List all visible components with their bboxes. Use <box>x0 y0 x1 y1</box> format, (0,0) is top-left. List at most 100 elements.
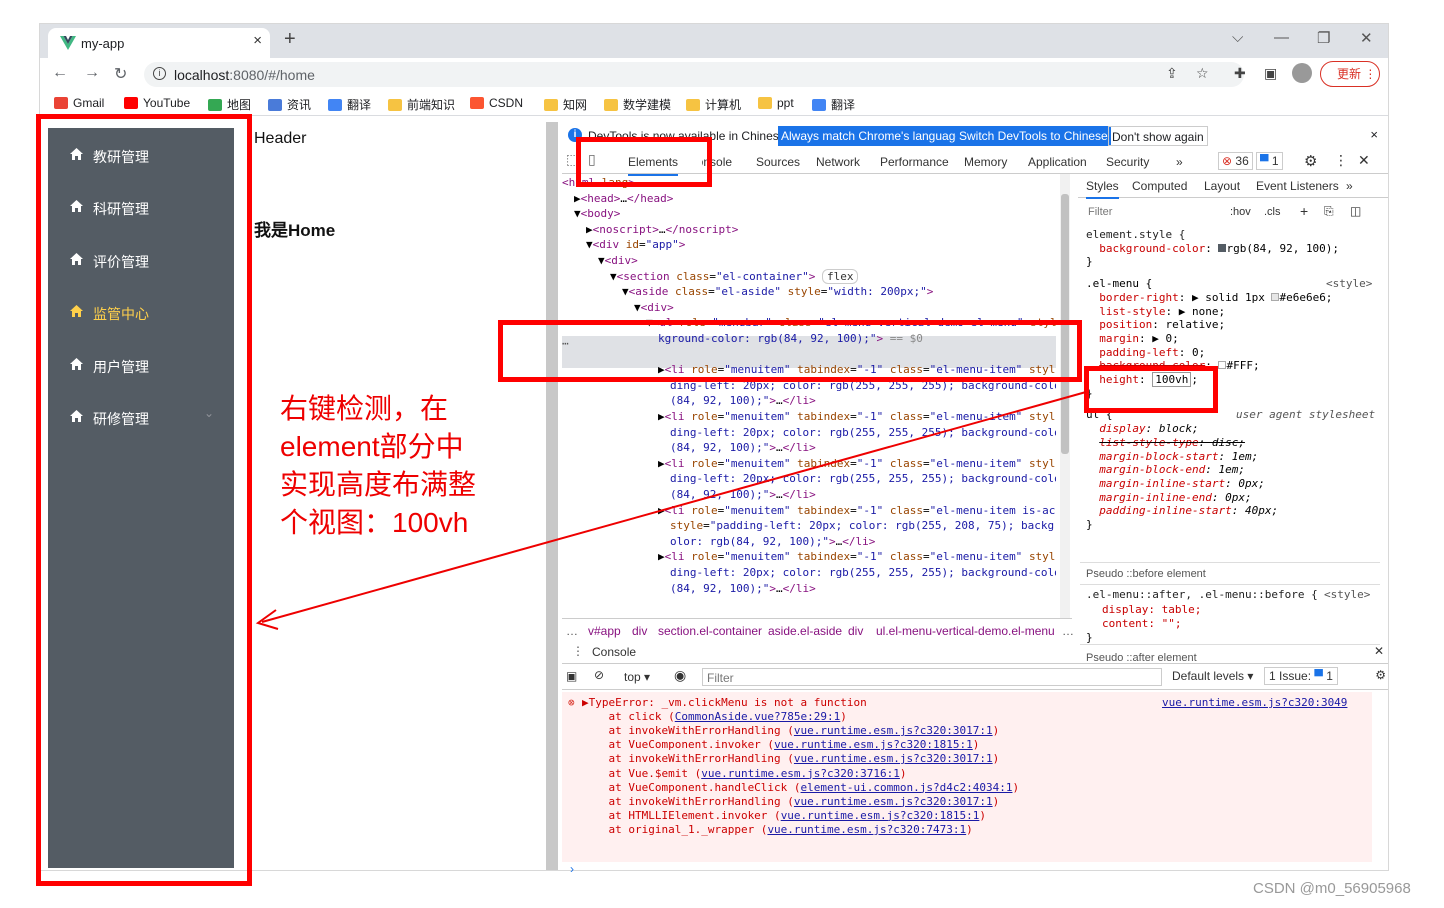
minimize-icon[interactable]: — <box>1274 29 1289 46</box>
tab-performance[interactable]: Performance <box>880 155 949 169</box>
extensions-icon[interactable]: ✚ <box>1234 65 1246 82</box>
dom-line[interactable]: ▶<li role="menuitem" tabindex="-1" class… <box>658 549 1056 565</box>
breadcrumb-item[interactable]: div <box>632 624 647 638</box>
close-devtools-icon[interactable]: ✕ <box>1358 152 1370 169</box>
styles-filter-input[interactable]: Filter <box>1088 206 1112 218</box>
style-line[interactable]: border-right: ▶ solid 1px #e6e6e6; <box>1086 291 1376 304</box>
style-line[interactable]: } <box>1086 518 1376 531</box>
style-line[interactable]: display: block; <box>1086 422 1376 435</box>
tab-styles[interactable]: Styles <box>1086 179 1119 199</box>
tab-network[interactable]: Network <box>816 155 860 169</box>
more-options-icon[interactable]: ⋮ <box>1334 152 1348 169</box>
dom-line[interactable]: ▼<div> <box>634 300 674 316</box>
dom-line[interactable]: ▶<li role="menuitem" tabindex="-1" class… <box>658 409 1056 425</box>
restore-icon[interactable]: ❐ <box>1317 29 1330 47</box>
error-counter[interactable]: ⊗ 36 <box>1218 152 1253 170</box>
settings-gear-icon[interactable]: ⚙ <box>1304 152 1317 170</box>
tab-event-listeners[interactable]: Event Listeners <box>1256 179 1339 193</box>
color-format-icon[interactable]: ⎘ <box>1324 204 1334 219</box>
breadcrumb-item[interactable]: … <box>566 624 578 638</box>
style-line[interactable]: list-style: ▶ none; <box>1086 305 1376 318</box>
breadcrumb-item[interactable]: div <box>848 624 863 638</box>
bookmark-youtube[interactable]: YouTube <box>124 96 190 110</box>
eye-icon[interactable]: ◉ <box>674 667 686 684</box>
dom-line[interactable]: ▶<head>…</head> <box>574 191 673 207</box>
back-icon[interactable]: ← <box>52 64 68 82</box>
close-drawer-icon[interactable]: ✕ <box>1374 644 1384 658</box>
close-tab-icon[interactable]: × <box>253 32 262 49</box>
dom-line[interactable]: ▶<noscript>…</noscript> <box>586 222 738 238</box>
tab-layout[interactable]: Layout <box>1204 179 1240 193</box>
reload-icon[interactable]: ↻ <box>114 64 127 84</box>
close-window-icon[interactable]: ✕ <box>1360 29 1373 47</box>
clear-console-icon[interactable]: ⊘ <box>594 668 604 682</box>
console-drawer-tab[interactable]: Console <box>592 645 636 659</box>
update-button[interactable]: 更新 ⋮ <box>1320 61 1380 87</box>
new-rule-icon[interactable]: + <box>1300 203 1308 219</box>
bookmark-news[interactable]: 资讯 <box>268 96 311 113</box>
share-icon[interactable]: ⇪ <box>1166 65 1178 82</box>
console-filter-input[interactable]: Filter <box>702 668 1162 686</box>
bookmark-cnki[interactable]: 知网 <box>544 96 587 113</box>
toggle-sidebar-icon[interactable]: ◫ <box>1350 204 1361 218</box>
console-issues-button[interactable]: 1 Issue: ▀ 1 <box>1264 667 1338 685</box>
style-line[interactable]: margin-block-end: 1em; <box>1086 463 1376 476</box>
cls-toggle[interactable]: .cls <box>1264 206 1281 218</box>
log-levels-dropdown[interactable]: Default levels ▾ <box>1172 669 1253 683</box>
dom-line[interactable]: olor: rgb(84, 92, 100);">…</li> <box>670 534 875 550</box>
breadcrumb-item[interactable]: ul.el-menu-vertical-demo.el-menu <box>876 624 1055 638</box>
style-line[interactable]: margin: ▶ 0; <box>1086 332 1376 345</box>
tab-application[interactable]: Application <box>1028 155 1087 169</box>
style-line[interactable]: } <box>1086 255 1376 268</box>
sidebar-toggle-icon[interactable]: ▣ <box>566 669 577 683</box>
dom-line[interactable]: ding-left: 20px; color: rgb(255, 255, 25… <box>670 565 1056 581</box>
bookmark-star-icon[interactable]: ☆ <box>1196 65 1209 82</box>
breadcrumb-item[interactable]: v#app <box>588 624 621 638</box>
style-line[interactable]: background-color: rgb(84, 92, 100); <box>1086 242 1376 255</box>
bookmark-ppt[interactable]: ppt <box>758 96 794 110</box>
dont-show-again-button[interactable]: Don't show again <box>1108 126 1208 146</box>
tab-security[interactable]: Security <box>1106 155 1149 169</box>
site-info-icon[interactable]: i <box>153 67 166 80</box>
breadcrumb-item[interactable]: aside.el-aside <box>768 624 842 638</box>
close-banner-icon[interactable]: × <box>1370 127 1378 142</box>
bookmark-frontend[interactable]: 前端知识 <box>388 96 455 113</box>
style-line[interactable]: .el-menu {<style> <box>1086 277 1376 290</box>
dom-line[interactable]: (84, 92, 100);">…</li> <box>670 581 816 597</box>
hov-toggle[interactable]: :hov <box>1230 206 1251 218</box>
bookmark-math-modeling[interactable]: 数学建模 <box>604 96 671 113</box>
switch-to-chinese-button[interactable]: Switch DevTools to Chinese <box>956 126 1111 146</box>
dom-scrollbar[interactable] <box>1060 174 1070 618</box>
breadcrumb-item[interactable]: … <box>1062 624 1074 638</box>
drawer-menu-icon[interactable]: ⋮ <box>572 644 584 658</box>
new-tab-button[interactable]: + <box>284 28 296 51</box>
dom-line[interactable]: style="padding-left: 20px; color: rgb(25… <box>670 518 1056 534</box>
style-line[interactable]: margin-inline-end: 0px; <box>1086 491 1376 504</box>
more-panes-icon[interactable]: » <box>1346 179 1353 193</box>
tab-memory[interactable]: Memory <box>964 155 1007 169</box>
tab-sources[interactable]: Sources <box>756 155 800 169</box>
dom-line[interactable]: ▼<body> <box>574 206 620 222</box>
console-prompt[interactable]: › <box>570 862 574 876</box>
browser-tab[interactable]: my-app × <box>48 28 270 58</box>
bookmark-computer[interactable]: 计算机 <box>686 96 741 113</box>
style-line[interactable]: padding-inline-start: 40px; <box>1086 504 1376 517</box>
dom-line[interactable]: ▼<section class="el-container"> flex <box>610 268 859 285</box>
dom-line[interactable]: ▼<div id="app"> <box>586 237 685 253</box>
address-bar[interactable]: i localhost:8080/#/home <box>144 62 1244 87</box>
context-selector[interactable]: top ▾ <box>624 670 650 684</box>
dom-line[interactable]: ding-left: 20px; color: rgb(255, 255, 25… <box>670 425 1056 441</box>
bookmark-gmail[interactable]: Gmail <box>54 96 104 110</box>
bookmark-csdn[interactable]: CSDN <box>470 96 523 110</box>
dom-line[interactable]: ding-left: 20px; color: rgb(255, 255, 25… <box>670 471 1056 487</box>
style-line[interactable]: element.style { <box>1086 228 1376 241</box>
dom-line[interactable]: ▼<aside class="el-aside" style="width: 2… <box>622 284 933 300</box>
style-line[interactable]: margin-inline-start: 0px; <box>1086 477 1376 490</box>
dom-line[interactable]: (84, 92, 100);">…</li> <box>670 393 816 409</box>
side-panel-icon[interactable]: ▣ <box>1264 65 1277 82</box>
bookmark-map[interactable]: 地图 <box>208 96 251 113</box>
console-settings-icon[interactable]: ⚙ <box>1375 668 1386 682</box>
dom-line[interactable]: ▶<li role="menuitem" tabindex="-1" class… <box>658 503 1056 519</box>
dom-line[interactable]: ▶<li role="menuitem" tabindex="-1" class… <box>658 456 1056 472</box>
bookmark-translate-2[interactable]: 翻译 <box>812 96 855 113</box>
